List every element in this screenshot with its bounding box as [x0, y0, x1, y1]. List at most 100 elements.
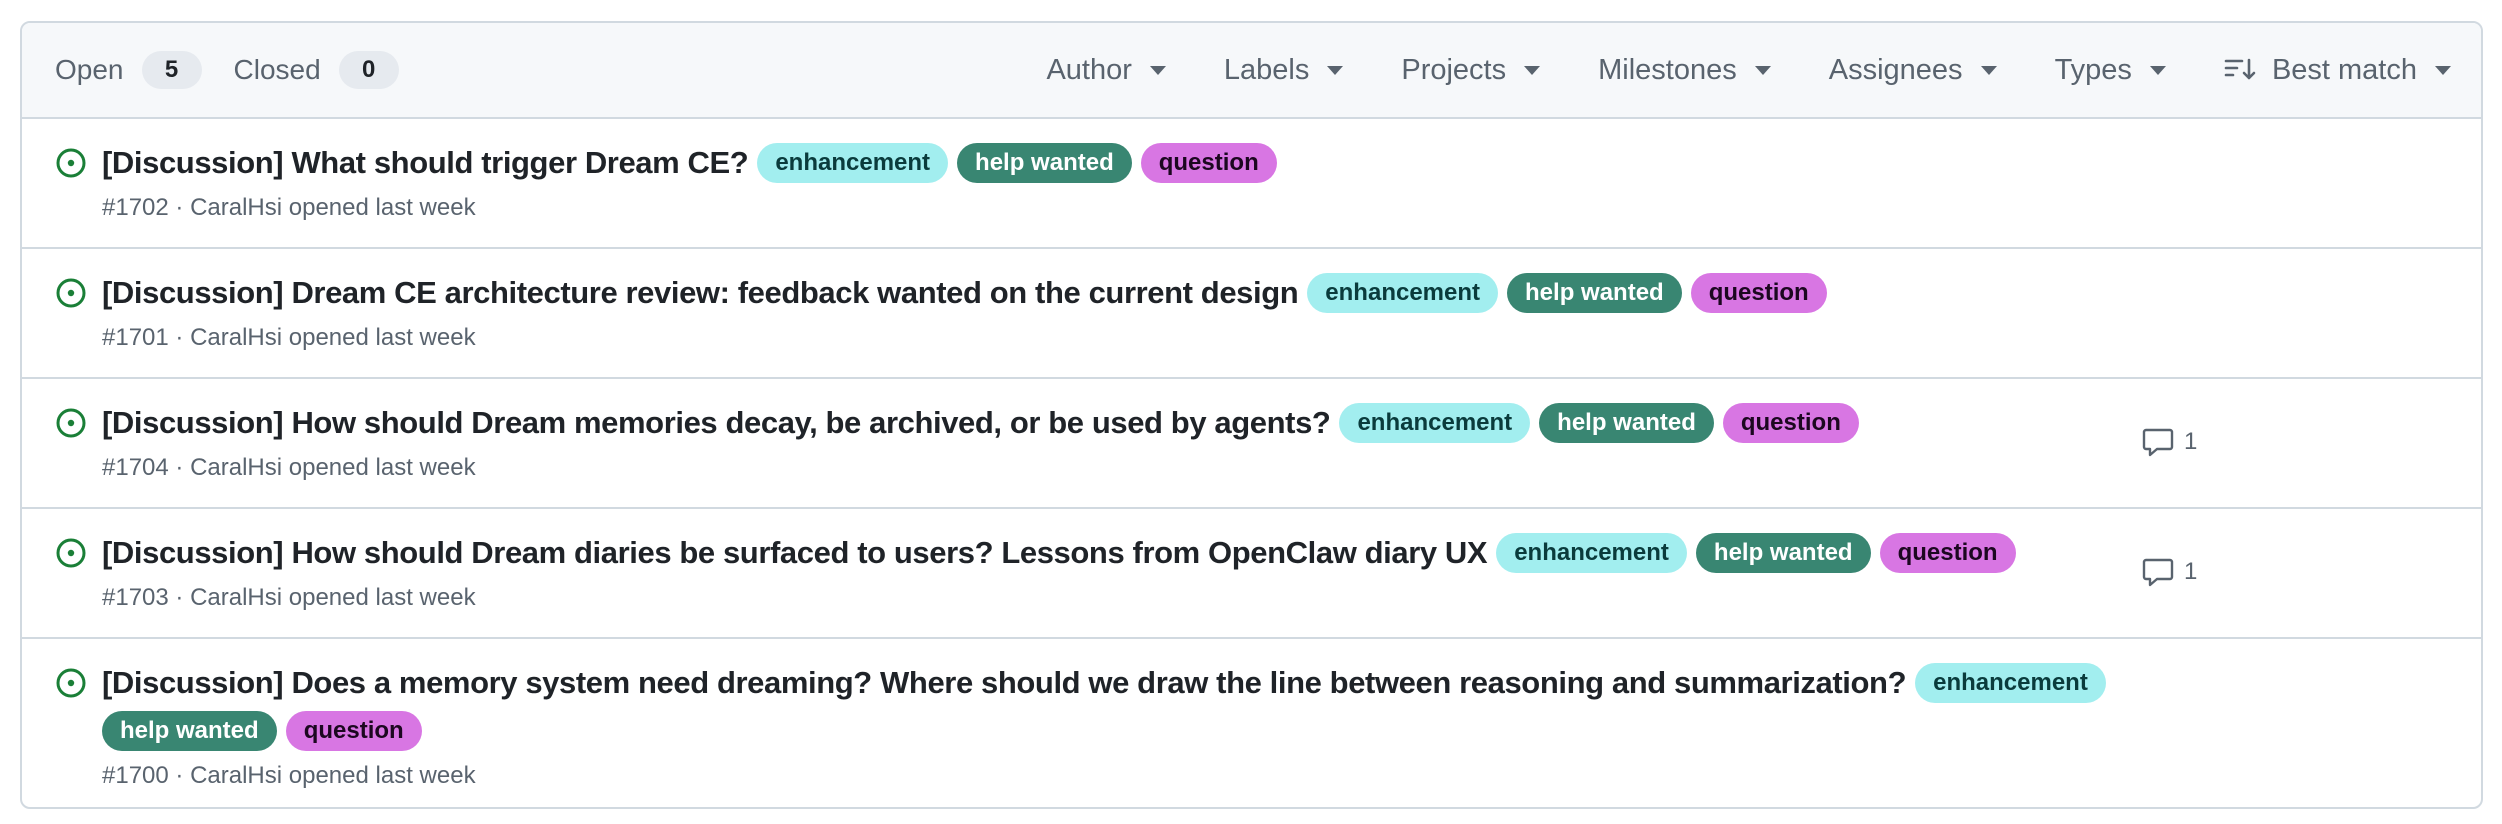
open-tab-label: Open — [55, 54, 124, 85]
label-enhancement[interactable]: enhancement — [757, 143, 949, 183]
issue-opened-time: opened last week — [288, 194, 476, 222]
projects-filter[interactable]: Projects — [1401, 53, 1541, 87]
chevron-down-icon — [1754, 65, 1771, 75]
closed-tab-label: Closed — [233, 54, 321, 85]
label-help-wanted[interactable]: help wanted — [957, 143, 1132, 183]
chevron-down-icon — [1524, 65, 1541, 75]
issue-title-line: [Discussion] How should Dream diaries be… — [102, 529, 2441, 577]
issue-author-link[interactable]: CaralHsi — [190, 194, 282, 221]
issue-opened-time: opened last week — [288, 454, 476, 482]
issue-number[interactable]: #1700 — [102, 762, 169, 789]
label-question[interactable]: question — [285, 711, 422, 751]
issue-opened-time: opened last week — [288, 584, 476, 612]
meta-separator: · — [168, 194, 191, 222]
projects-filter-label: Projects — [1401, 53, 1507, 86]
issue-title-link[interactable]: [Discussion] Does a memory system need d… — [102, 665, 1907, 700]
issue-number[interactable]: #1701 — [102, 324, 169, 351]
issue-list: [Discussion] What should trigger Dream C… — [22, 119, 2481, 807]
label-question[interactable]: question — [1722, 403, 1859, 443]
author-filter[interactable]: Author — [1046, 53, 1166, 87]
label-enhancement[interactable]: enhancement — [1496, 533, 1687, 573]
issue-open-icon — [56, 538, 86, 568]
labels-filter-label: Labels — [1223, 53, 1310, 86]
milestones-filter[interactable]: Milestones — [1598, 54, 1771, 87]
label-help-wanted[interactable]: help wanted — [1507, 273, 1682, 313]
issue-open-icon — [56, 668, 86, 698]
issue-open-icon — [56, 278, 86, 308]
meta-separator: · — [168, 324, 191, 352]
labels-filter[interactable]: Labels — [1223, 53, 1344, 87]
author-filter-label: Author — [1046, 53, 1132, 86]
issue-number[interactable]: #1702 — [102, 194, 169, 221]
meta-space — [282, 584, 289, 611]
issues-list-panel: Open 5 Closed 0 Author Labels Projects M… — [20, 21, 2483, 809]
issue-meta: #1703 · CaralHsi opened last week — [102, 581, 2441, 615]
issue-meta: #1701 · CaralHsi opened last week — [102, 321, 2441, 355]
issue-title-link[interactable]: [Discussion] What should trigger Dream C… — [102, 145, 749, 180]
issue-author-link[interactable]: CaralHsi — [190, 454, 282, 481]
issue-row[interactable]: [Discussion] Dream CE architecture revie… — [22, 249, 2481, 379]
comment-count: 1 — [2184, 558, 2198, 585]
meta-space — [282, 194, 289, 221]
open-count-badge: 5 — [141, 51, 202, 89]
comment-count-link[interactable]: 1 — [2142, 427, 2197, 457]
issue-author-link[interactable]: CaralHsi — [190, 584, 282, 611]
open-issues-tab[interactable]: Open 5 — [55, 51, 202, 89]
types-filter-label: Types — [2054, 53, 2132, 86]
assignees-filter-label: Assignees — [1828, 53, 1963, 86]
issues-list-header: Open 5 Closed 0 Author Labels Projects M… — [22, 23, 2481, 119]
comment-icon — [2142, 558, 2174, 587]
meta-space — [282, 454, 289, 481]
label-enhancement[interactable]: enhancement — [1307, 273, 1499, 313]
label-enhancement[interactable]: enhancement — [1915, 663, 2106, 703]
label-question[interactable]: question — [1879, 533, 2016, 573]
chevron-down-icon — [1149, 65, 1166, 75]
label-question[interactable]: question — [1690, 273, 1827, 313]
issue-title-link[interactable]: [Discussion] How should Dream memories d… — [102, 405, 1331, 440]
issue-title-line: [Discussion] Does a memory system need d… — [102, 659, 2441, 755]
issue-open-icon — [56, 408, 86, 438]
chevron-down-icon — [1980, 65, 1997, 75]
chevron-down-icon — [2435, 65, 2451, 75]
meta-separator: · — [168, 584, 191, 612]
closed-issues-tab[interactable]: Closed 0 — [234, 51, 399, 89]
meta-space — [282, 324, 289, 351]
comment-count: 1 — [2184, 428, 2198, 455]
label-help-wanted[interactable]: help wanted — [1539, 403, 1714, 443]
comment-count-link[interactable]: 1 — [2142, 557, 2197, 587]
sort-icon — [2224, 57, 2256, 83]
issue-author-link[interactable]: CaralHsi — [190, 324, 282, 351]
issue-row[interactable]: [Discussion] How should Dream memories d… — [22, 379, 2481, 509]
label-help-wanted[interactable]: help wanted — [1695, 533, 1871, 573]
chevron-down-icon — [1327, 65, 1344, 75]
milestones-filter-label: Milestones — [1598, 53, 1737, 86]
label-help-wanted[interactable]: help wanted — [102, 711, 277, 751]
comment-icon — [2142, 428, 2174, 457]
label-question[interactable]: question — [1140, 143, 1277, 183]
closed-count-badge: 0 — [338, 51, 399, 89]
issue-number[interactable]: #1703 — [102, 584, 169, 611]
issue-row[interactable]: [Discussion] Does a memory system need d… — [22, 639, 2481, 807]
issue-open-icon — [56, 148, 86, 178]
types-filter[interactable]: Types — [2055, 54, 2166, 87]
issue-number[interactable]: #1704 — [102, 454, 169, 481]
meta-separator: · — [168, 762, 191, 790]
issue-title-line: [Discussion] Dream CE architecture revie… — [102, 269, 2441, 317]
issue-meta: #1700 · CaralHsi opened last week — [102, 759, 2441, 793]
issue-row[interactable]: [Discussion] How should Dream diaries be… — [22, 509, 2481, 639]
issue-title-link[interactable]: [Discussion] Dream CE architecture revie… — [102, 275, 1299, 310]
sort-dropdown[interactable]: Best match — [2224, 54, 2451, 87]
issue-row[interactable]: [Discussion] What should trigger Dream C… — [22, 119, 2481, 249]
issue-author-link[interactable]: CaralHsi — [190, 762, 282, 789]
issue-opened-time: opened last week — [288, 324, 476, 352]
meta-separator: · — [168, 454, 191, 482]
issue-meta: #1704 · CaralHsi opened last week — [102, 451, 2441, 485]
issue-title-link[interactable]: [Discussion] How should Dream diaries be… — [102, 535, 1488, 570]
issue-title-line: [Discussion] How should Dream memories d… — [102, 399, 2441, 447]
issue-meta: #1702 · CaralHsi opened last week — [102, 191, 2441, 225]
label-enhancement[interactable]: enhancement — [1339, 403, 1531, 443]
assignees-filter[interactable]: Assignees — [1829, 54, 1997, 87]
issue-title-line: [Discussion] What should trigger Dream C… — [102, 139, 2441, 187]
chevron-down-icon — [2149, 65, 2166, 75]
meta-space — [282, 762, 289, 789]
